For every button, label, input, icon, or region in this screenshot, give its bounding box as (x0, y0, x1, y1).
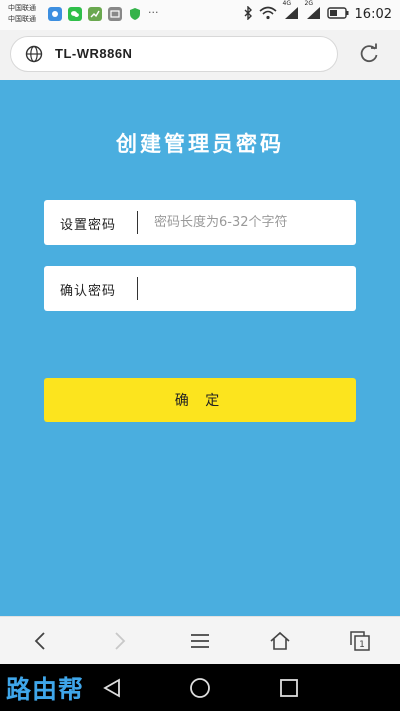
nav-recent-icon[interactable] (277, 676, 301, 700)
set-password-label: 设置密码 (60, 218, 117, 233)
signal-2g-icon: 2G (305, 0, 321, 23)
notification-icons: ··· (48, 7, 159, 21)
confirm-password-field: 确认密码 (44, 266, 356, 311)
bluetooth-icon (243, 5, 253, 23)
browser-toolbar: 1 (0, 616, 400, 664)
network-4g-label: 4G (282, 0, 291, 7)
address-bar[interactable]: TL-WR886N (10, 36, 338, 72)
field-divider (137, 277, 138, 300)
menu-icon[interactable] (188, 629, 212, 653)
carrier-label-1: 中国联通 (8, 4, 36, 12)
clock: 16:02 (354, 7, 392, 22)
status-right: 4G 2G 16:02 (243, 0, 392, 23)
admin-password-page: 创建管理员密码 设置密码 确认密码 确 定 (0, 80, 400, 616)
carrier-label-2: 中国联通 (8, 15, 36, 23)
system-nav-bar: 路由帮 (0, 664, 400, 711)
globe-icon (25, 45, 43, 67)
confirm-password-input[interactable] (154, 274, 344, 303)
back-icon[interactable] (28, 629, 52, 653)
forward-icon[interactable] (108, 629, 132, 653)
status-bar: 中国联通 中国联通 ··· 4G 2G 16:02 (0, 0, 400, 30)
network-2g-label: 2G (304, 0, 313, 7)
reload-icon[interactable] (358, 43, 380, 69)
wifi-icon (259, 6, 277, 23)
signal-4g-icon: 4G (283, 0, 299, 23)
watermark-logo: 路由帮 (6, 675, 85, 704)
tab-count: 1 (359, 640, 365, 650)
shield-icon (128, 7, 142, 21)
app-notification-icon (48, 7, 62, 21)
home-icon[interactable] (268, 629, 292, 653)
set-password-input[interactable] (154, 208, 344, 237)
confirm-password-label: 确认密码 (60, 284, 117, 299)
confirm-button[interactable]: 确 定 (44, 378, 356, 422)
battery-icon (326, 7, 349, 22)
nav-back-icon[interactable] (100, 676, 124, 700)
browser-address-area: TL-WR886N (0, 30, 400, 80)
url-text: TL-WR886N (55, 46, 133, 61)
tabs-icon[interactable]: 1 (348, 629, 372, 653)
page-title: 创建管理员密码 (116, 131, 284, 156)
wechat-icon (68, 7, 82, 21)
chart-app-icon (88, 7, 102, 21)
set-password-field: 设置密码 (44, 200, 356, 245)
field-divider (137, 211, 138, 234)
more-notifications-indicator: ··· (148, 6, 159, 19)
nav-home-icon[interactable] (188, 676, 212, 700)
image-app-icon (108, 7, 122, 21)
